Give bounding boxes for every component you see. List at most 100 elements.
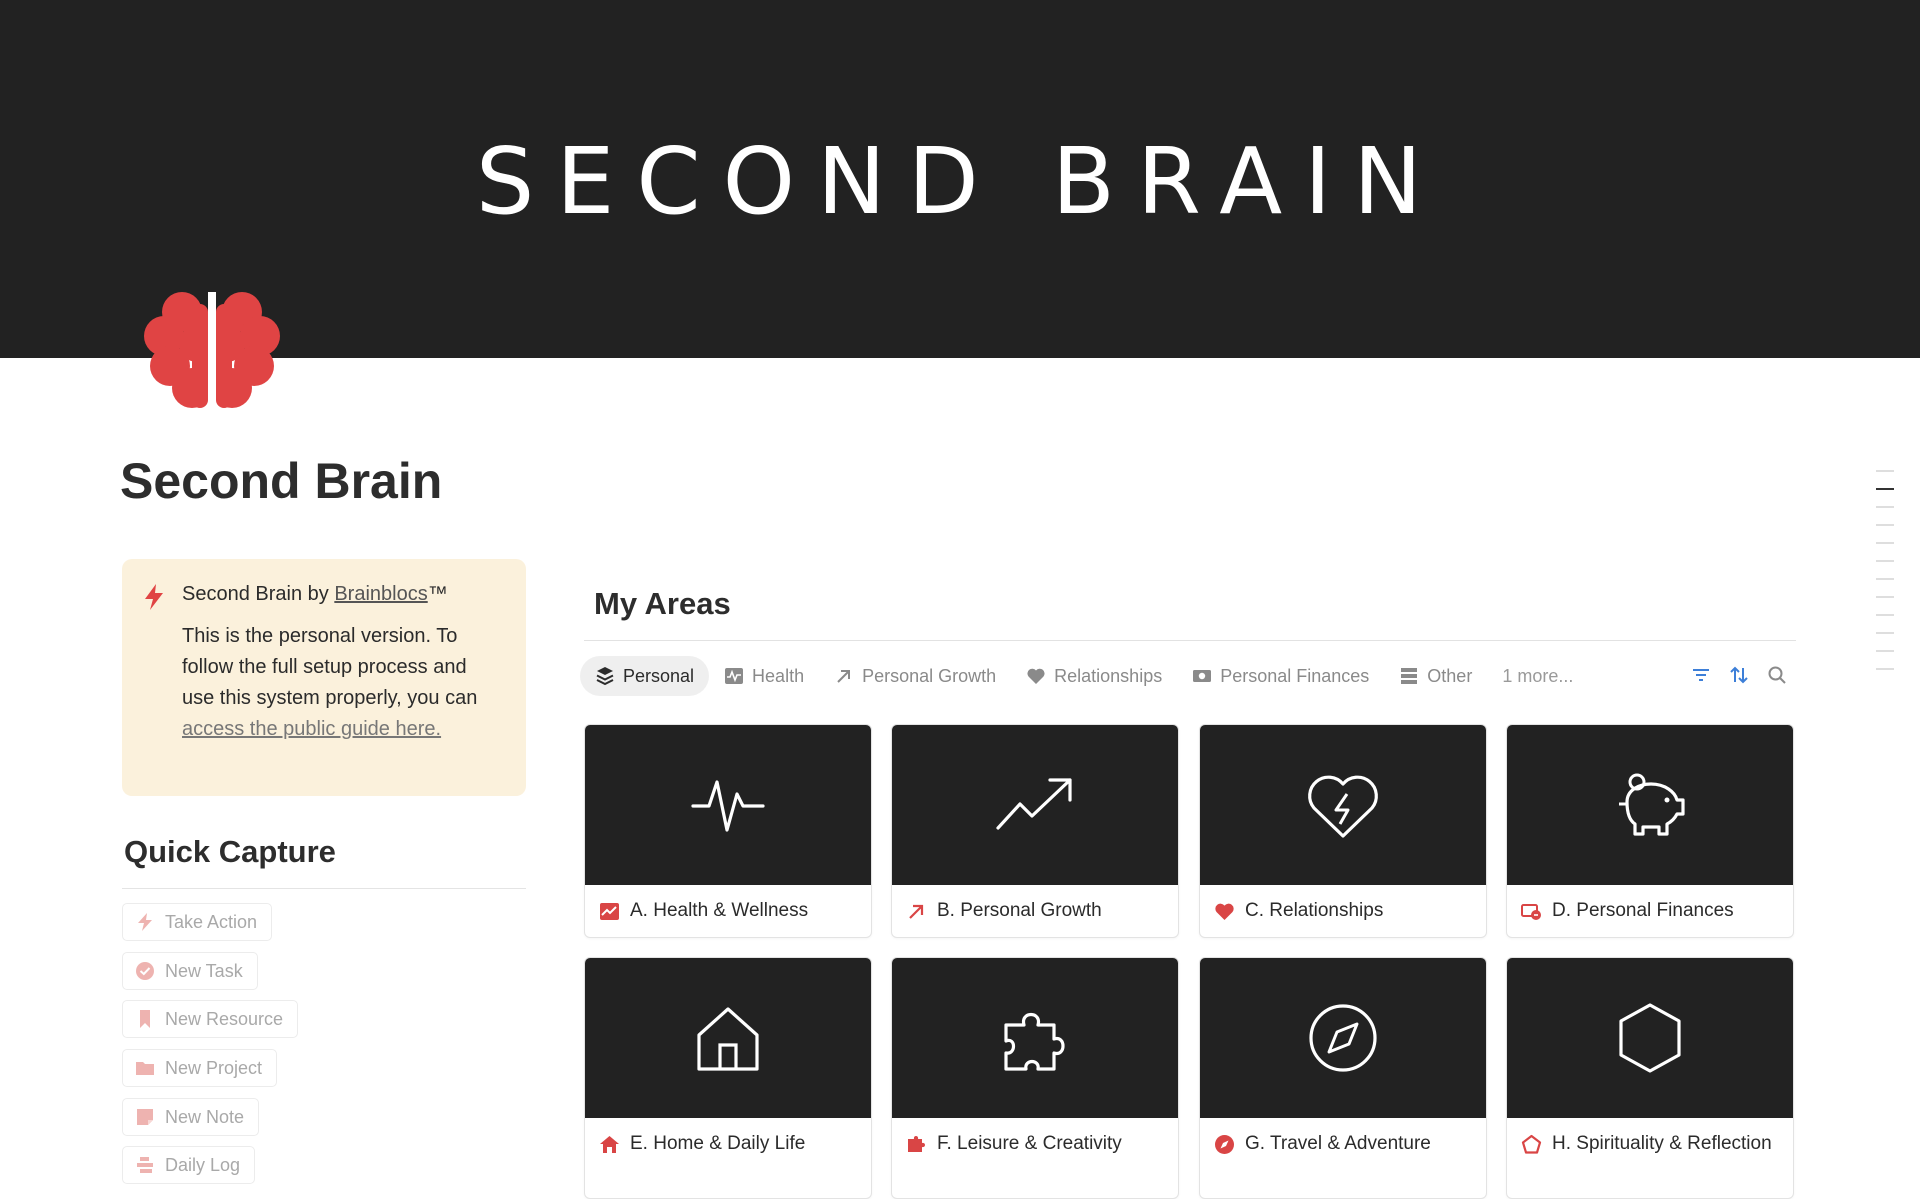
tab-personal-growth[interactable]: Personal Growth <box>819 656 1011 696</box>
card-title: H. Spirituality & Reflection <box>1552 1133 1772 1154</box>
callout-body: This is the personal version. To follow … <box>182 621 492 745</box>
layers-icon <box>596 667 614 686</box>
new-note-button[interactable]: New Note <box>122 1098 260 1136</box>
card-cover <box>1507 958 1793 1118</box>
card-title: C. Relationships <box>1245 900 1384 921</box>
button-label: New Project <box>165 1057 263 1078</box>
button-label: New Note <box>165 1106 245 1127</box>
card-cover <box>1507 725 1793 885</box>
divider <box>584 640 1796 641</box>
area-card-personal-growth[interactable]: B. Personal Growth <box>891 724 1179 938</box>
trademark-symbol: ™ <box>427 583 448 605</box>
button-label: New Resource <box>165 1008 284 1029</box>
button-label: Take Action <box>165 911 258 932</box>
card-cover <box>1200 958 1486 1118</box>
area-card-leisure-creativity[interactable]: F. Leisure & Creativity <box>891 957 1179 1199</box>
callout-body-text: This is the personal version. To follow … <box>182 625 478 709</box>
card-cover <box>892 958 1178 1118</box>
page-title: Second Brain <box>120 453 443 509</box>
button-label: New Task <box>165 960 243 981</box>
button-label: Daily Log <box>165 1154 241 1175</box>
trending-up-icon <box>996 778 1072 830</box>
money-icon <box>1521 904 1541 920</box>
log-icon <box>137 1157 153 1173</box>
chart-icon <box>600 903 619 920</box>
tab-label: Health <box>752 665 805 686</box>
new-resource-button[interactable]: New Resource <box>122 1000 299 1038</box>
home-icon <box>600 1136 619 1153</box>
list-icon <box>1401 668 1418 684</box>
tab-label: Personal Finances <box>1220 665 1370 686</box>
card-cover <box>1200 725 1486 885</box>
callout-heading: Second Brain by Brainblocs™ <box>182 583 448 606</box>
cover-title: SECOND BRAIN <box>475 128 1445 235</box>
activity-icon <box>725 668 744 684</box>
area-card-personal-finances[interactable]: D. Personal Finances <box>1506 724 1794 938</box>
search-icon[interactable] <box>1766 664 1788 686</box>
pulse-icon <box>691 780 765 832</box>
area-card-relationships[interactable]: C. Relationships <box>1199 724 1487 938</box>
filter-icon[interactable] <box>1690 664 1712 686</box>
money-icon <box>1193 670 1212 682</box>
heart-icon <box>1215 903 1234 920</box>
tab-personal[interactable]: Personal <box>580 656 710 696</box>
arrow-up-right-icon <box>837 670 851 683</box>
card-title: B. Personal Growth <box>937 900 1102 921</box>
bolt-icon <box>145 584 163 610</box>
sort-icon[interactable] <box>1728 664 1750 686</box>
tab-label: Relationships <box>1054 665 1163 686</box>
note-icon <box>137 1109 153 1125</box>
more-views-button[interactable]: 1 more... <box>1487 656 1588 696</box>
public-guide-link[interactable]: access the public guide here. <box>182 718 441 740</box>
table-of-contents-outline[interactable] <box>1876 470 1896 686</box>
divider <box>122 888 526 889</box>
bolt-icon <box>138 913 152 931</box>
new-task-button[interactable]: New Task <box>122 952 258 990</box>
check-circle-icon <box>136 962 154 980</box>
info-callout: Second Brain by Brainblocs™ This is the … <box>122 559 526 796</box>
hexagon-icon <box>1619 1003 1681 1073</box>
brain-icon[interactable] <box>142 284 282 414</box>
daily-log-button[interactable]: Daily Log <box>122 1146 256 1184</box>
take-action-button[interactable]: Take Action <box>122 903 273 941</box>
area-card-travel-adventure[interactable]: G. Travel & Adventure <box>1199 957 1487 1199</box>
callout-heading-text: Second Brain by <box>182 583 335 605</box>
pentagon-icon <box>1521 1134 1542 1154</box>
card-title: F. Leisure & Creativity <box>937 1133 1122 1154</box>
tab-other[interactable]: Other <box>1384 656 1487 696</box>
piggy-bank-icon <box>1619 773 1685 836</box>
cover-banner: SECOND BRAIN <box>0 0 1920 358</box>
view-toolbar <box>1690 664 1788 686</box>
arrow-up-right-icon <box>909 904 924 919</box>
puzzle-icon <box>908 1136 925 1152</box>
area-card-health-wellness[interactable]: A. Health & Wellness <box>584 724 872 938</box>
new-project-button[interactable]: New Project <box>122 1049 278 1087</box>
tab-personal-finances[interactable]: Personal Finances <box>1177 656 1384 696</box>
compass-icon <box>1215 1135 1234 1154</box>
quick-capture-title: Quick Capture <box>124 834 336 869</box>
compass-icon <box>1309 1004 1377 1072</box>
card-cover <box>892 725 1178 885</box>
tab-label: Other <box>1427 665 1473 686</box>
home-icon <box>697 1007 759 1071</box>
card-title: D. Personal Finances <box>1552 900 1734 921</box>
area-card-home-daily-life[interactable]: E. Home & Daily Life <box>584 957 872 1199</box>
area-card-spirituality-reflection[interactable]: H. Spirituality & Reflection <box>1506 957 1794 1199</box>
card-cover <box>585 958 871 1118</box>
tab-label: Personal Growth <box>862 665 997 686</box>
view-tabs: Personal Health Personal Growth Relation… <box>580 656 1588 696</box>
card-title: G. Travel & Adventure <box>1245 1133 1431 1154</box>
tab-relationships[interactable]: Relationships <box>1011 656 1177 696</box>
my-areas-title: My Areas <box>594 586 731 621</box>
folder-icon <box>136 1062 154 1075</box>
heart-icon <box>1027 668 1045 684</box>
tab-health[interactable]: Health <box>709 656 819 696</box>
card-title: E. Home & Daily Life <box>630 1133 806 1154</box>
card-title: A. Health & Wellness <box>630 900 809 921</box>
bookmark-icon <box>140 1010 150 1028</box>
tab-label: Personal <box>623 665 695 686</box>
brainblocs-link[interactable]: Brainblocs <box>334 583 427 605</box>
heart-bolt-icon <box>1308 775 1378 838</box>
card-cover <box>585 725 871 885</box>
puzzle-icon <box>1004 1012 1065 1071</box>
